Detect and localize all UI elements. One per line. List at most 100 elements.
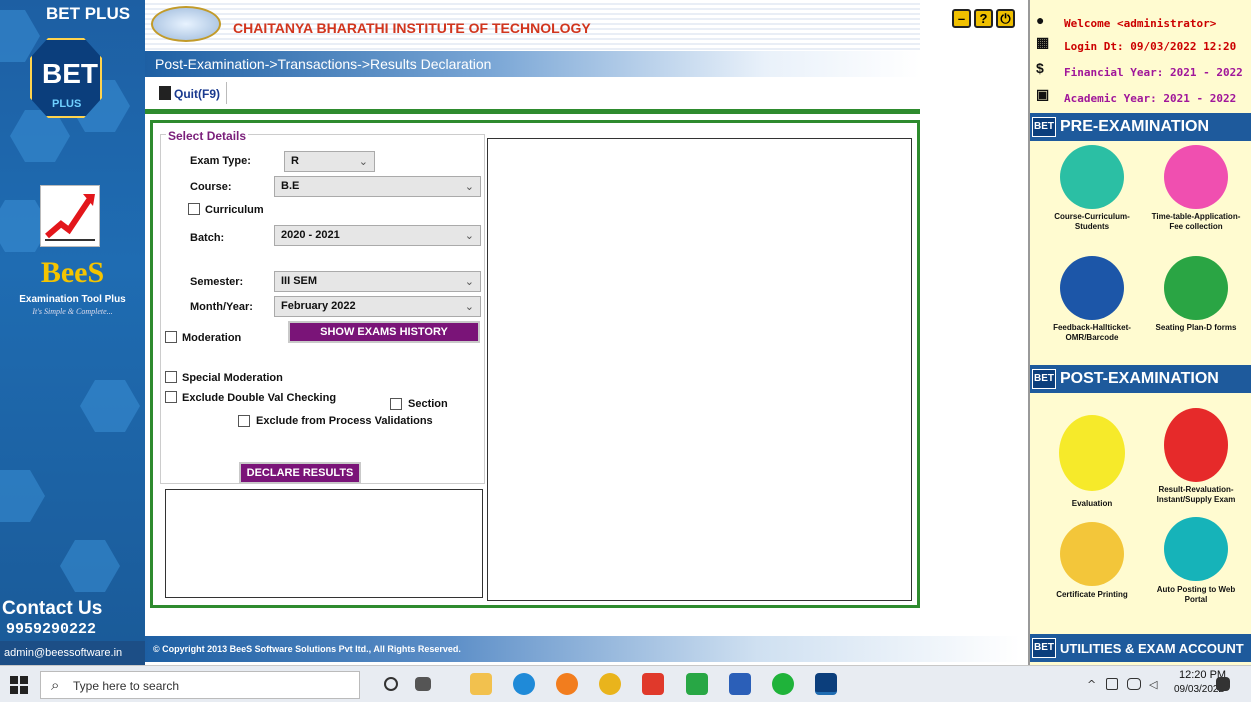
firefox-icon[interactable] bbox=[556, 673, 578, 695]
utilities-header[interactable]: BET UTILITIES & EXAM ACCOUNT bbox=[1030, 634, 1251, 662]
tile-certificate-printing[interactable]: Certificate Printing bbox=[1042, 522, 1142, 600]
tile-label: Feedback-Hallticket-OMR/Barcode bbox=[1053, 323, 1131, 342]
hourglass-icon bbox=[1164, 145, 1228, 209]
taskbar-search-input[interactable]: ⌕ Type here to search bbox=[40, 671, 360, 699]
volume-icon[interactable]: ◁ bbox=[1149, 678, 1161, 691]
batch-label: Batch: bbox=[190, 232, 225, 244]
anydesk-icon[interactable] bbox=[642, 673, 664, 695]
power-icon[interactable]: ⏻ bbox=[996, 9, 1015, 28]
pre-examination-header[interactable]: BET PRE-EXAMINATION bbox=[1030, 113, 1251, 141]
network-icon[interactable] bbox=[1106, 678, 1118, 690]
course-label: Course: bbox=[190, 181, 232, 193]
search-placeholder: Type here to search bbox=[73, 679, 180, 693]
special-moderation-label: Special Moderation bbox=[182, 372, 283, 384]
whatsapp-icon[interactable] bbox=[772, 673, 794, 695]
exclude-double-val-checkbox[interactable] bbox=[165, 391, 177, 403]
left-sidebar: BET PLUS BET PLUS BeeS Examination Tool … bbox=[0, 0, 145, 665]
declare-results-button[interactable]: DECLARE RESULTS bbox=[239, 462, 361, 484]
user-icon: ● bbox=[1036, 12, 1045, 28]
tile-evaluation[interactable]: Evaluation bbox=[1042, 415, 1142, 509]
show-exams-history-button[interactable]: SHOW EXAMS HISTORY bbox=[288, 321, 480, 343]
section-checkbox[interactable] bbox=[390, 398, 402, 410]
windows-start-icon[interactable] bbox=[10, 676, 28, 694]
tile-timetable[interactable]: Time-table-Application-Fee collection bbox=[1146, 145, 1246, 232]
hex-decoration bbox=[80, 380, 140, 432]
cortana-icon[interactable] bbox=[384, 677, 398, 691]
moderation-label: Moderation bbox=[182, 332, 242, 344]
word-icon[interactable] bbox=[729, 673, 751, 695]
special-moderation-checkbox[interactable] bbox=[165, 371, 177, 383]
month-year-label: Month/Year: bbox=[190, 301, 253, 313]
task-view-icon[interactable] bbox=[415, 677, 431, 691]
curriculum-checkbox[interactable] bbox=[188, 203, 200, 215]
login-date: Login Dt: 09/03/2022 12:20 bbox=[1064, 40, 1237, 53]
tile-label: Result-Revaluation-Instant/Supply Exam bbox=[1156, 485, 1236, 504]
tile-seating-plan[interactable]: Seating Plan-D forms bbox=[1146, 256, 1246, 333]
calendar-icon: ▦ bbox=[1036, 34, 1050, 50]
college-logo bbox=[151, 6, 221, 42]
tile-result-revaluation[interactable]: Result-Revaluation-Instant/Supply Exam bbox=[1146, 408, 1246, 505]
bees-brand: BeeS bbox=[40, 256, 105, 289]
exclude-process-validations-label: Exclude from Process Validations bbox=[256, 415, 433, 427]
tile-label: Course-Curriculum-Students bbox=[1054, 212, 1130, 231]
academic-year: Academic Year: 2021 - 2022 bbox=[1064, 92, 1237, 105]
chevron-down-icon: ⌄ bbox=[464, 181, 474, 193]
quit-label: Quit(F9) bbox=[174, 87, 220, 101]
file-explorer-icon[interactable] bbox=[470, 673, 492, 695]
tile-label: Evaluation bbox=[1071, 499, 1113, 508]
exam-type-label: Exam Type: bbox=[190, 155, 251, 167]
excel-icon[interactable] bbox=[686, 673, 708, 695]
seating-icon bbox=[1164, 256, 1228, 320]
divider bbox=[145, 109, 920, 114]
month-year-value: February 2022 bbox=[281, 300, 356, 312]
utilities-label: UTILITIES & EXAM ACCOUNT bbox=[1060, 641, 1244, 656]
results-panel bbox=[487, 138, 912, 601]
pre-examination-label: PRE-EXAMINATION bbox=[1060, 118, 1210, 135]
section-label: Section bbox=[408, 398, 448, 410]
chrome-icon[interactable] bbox=[599, 673, 621, 695]
edge-icon[interactable] bbox=[513, 673, 535, 695]
month-year-select[interactable]: February 2022 ⌄ bbox=[274, 296, 481, 317]
exclude-process-validations-checkbox[interactable] bbox=[238, 415, 250, 427]
batch-value: 2020 - 2021 bbox=[281, 229, 340, 241]
batch-select[interactable]: 2020 - 2021 ⌄ bbox=[274, 225, 481, 246]
semester-label: Semester: bbox=[190, 276, 244, 288]
notification-icon[interactable] bbox=[1216, 677, 1230, 691]
search-icon: ⌕ bbox=[51, 676, 60, 694]
tile-auto-posting[interactable]: Auto Posting to Web Portal bbox=[1146, 517, 1246, 605]
display-icon[interactable] bbox=[1127, 678, 1141, 690]
semester-select[interactable]: III SEM ⌄ bbox=[274, 271, 481, 292]
bet-tag: BET bbox=[1032, 369, 1056, 389]
monitor-icon bbox=[1164, 517, 1228, 581]
growth-chart-icon bbox=[40, 185, 100, 247]
course-select[interactable]: B.E ⌄ bbox=[274, 176, 481, 197]
select-details-legend: Select Details bbox=[166, 129, 249, 143]
moderation-checkbox[interactable] bbox=[165, 331, 177, 343]
chevron-up-icon[interactable]: ^ bbox=[1087, 678, 1099, 691]
id-card-icon: ▣ bbox=[1036, 86, 1050, 102]
tile-feedback-hallticket[interactable]: Feedback-Hallticket-OMR/Barcode bbox=[1042, 256, 1142, 343]
dollar-icon: $ bbox=[1036, 60, 1044, 76]
contact-title: Contact Us bbox=[2, 598, 103, 619]
semester-value: III SEM bbox=[281, 275, 318, 287]
welcome-text: Welcome <administrator> bbox=[1064, 17, 1217, 30]
minimize-icon[interactable]: – bbox=[952, 9, 971, 28]
tile-label: Certificate Printing bbox=[1056, 590, 1128, 599]
brand-slogan: It's Simple & Complete... bbox=[32, 307, 113, 316]
chevron-down-icon: ⌄ bbox=[464, 230, 474, 242]
copyright-text: © Copyright 2013 BeeS Software Solutions… bbox=[153, 644, 461, 654]
bet-logo-plus: PLUS bbox=[52, 98, 82, 110]
tile-label: Time-table-Application-Fee collection bbox=[1151, 212, 1241, 231]
footer: © Copyright 2013 BeeS Software Solutions… bbox=[145, 636, 1020, 662]
students-icon bbox=[1060, 145, 1124, 209]
post-examination-header[interactable]: BET POST-EXAMINATION bbox=[1030, 365, 1251, 393]
hex-decoration bbox=[0, 470, 45, 522]
contact-email[interactable]: admin@beessoftware.in bbox=[0, 641, 145, 665]
exam-type-select[interactable]: R ⌄ bbox=[284, 151, 375, 172]
bet-app-icon[interactable] bbox=[815, 673, 837, 695]
exclude-double-val-label: Exclude Double Val Checking bbox=[182, 392, 337, 404]
quit-button[interactable]: Quit(F9) bbox=[155, 82, 227, 104]
exam-type-value: R bbox=[291, 155, 299, 167]
help-icon[interactable]: ? bbox=[974, 9, 993, 28]
tile-course-curriculum[interactable]: Course-Curriculum-Students bbox=[1042, 145, 1142, 232]
